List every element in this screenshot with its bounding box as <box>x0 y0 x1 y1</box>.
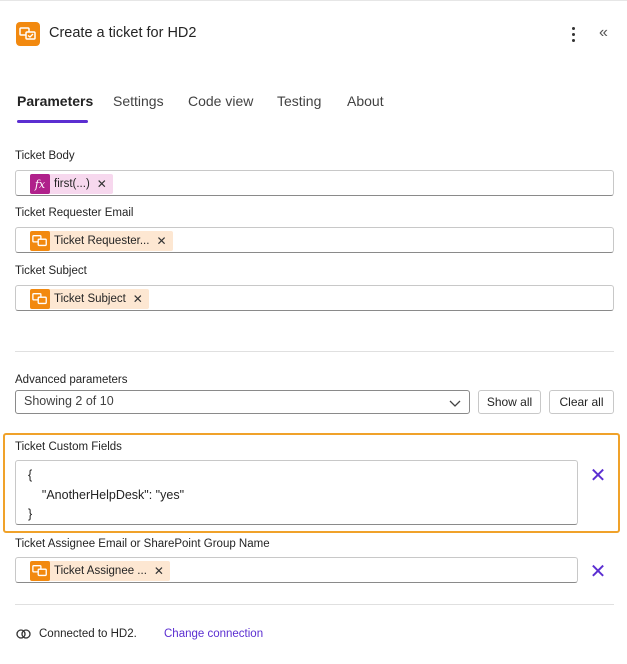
token-label: Ticket Requester... <box>54 235 150 247</box>
json-line: } <box>28 507 33 521</box>
link-icon <box>16 627 32 641</box>
clear-all-button[interactable]: Clear all <box>549 390 614 414</box>
remove-token-icon[interactable]: ✕ <box>154 564 164 578</box>
remove-token-icon[interactable]: ✕ <box>133 292 143 306</box>
expression-token[interactable]: fx first(...) ✕ <box>30 174 113 194</box>
custom-fields-label: Ticket Custom Fields <box>15 441 122 453</box>
assignee-label: Ticket Assignee Email or SharePoint Grou… <box>15 538 270 550</box>
dynamic-content-token[interactable]: Ticket Assignee ... ✕ <box>30 561 170 581</box>
remove-parameter-icon[interactable]: ✕ <box>587 465 609 487</box>
token-label: Ticket Subject <box>54 293 126 305</box>
section-divider <box>15 604 614 605</box>
tab-parameters[interactable]: Parameters <box>17 93 93 109</box>
requester-email-field[interactable]: Ticket Requester... ✕ <box>15 227 614 253</box>
double-chevron-left-icon[interactable]: « <box>599 24 619 44</box>
dropdown-value: Showing 2 of 10 <box>24 394 114 408</box>
tab-code-view[interactable]: Code view <box>188 93 253 109</box>
remove-token-icon[interactable]: ✕ <box>97 177 107 191</box>
subject-field[interactable]: Ticket Subject ✕ <box>15 285 614 311</box>
helpdesk-app-icon <box>30 231 50 251</box>
dynamic-content-token[interactable]: Ticket Subject ✕ <box>30 289 149 309</box>
custom-fields-editor[interactable]: { "AnotherHelpDesk": "yes" } <box>15 460 578 525</box>
section-divider <box>15 351 614 352</box>
helpdesk-app-icon <box>30 289 50 309</box>
json-line: "AnotherHelpDesk": "yes" <box>28 488 185 502</box>
chevron-down-icon <box>449 393 461 412</box>
assignee-field[interactable]: Ticket Assignee ... ✕ <box>15 557 578 583</box>
requester-email-label: Ticket Requester Email <box>15 207 134 219</box>
ticket-body-field[interactable]: fx first(...) ✕ <box>15 170 614 196</box>
function-icon: fx <box>30 174 50 194</box>
dynamic-content-token[interactable]: Ticket Requester... ✕ <box>30 231 173 251</box>
helpdesk-app-icon <box>30 561 50 581</box>
more-vertical-icon[interactable] <box>564 24 584 44</box>
connection-status: Connected to HD2. <box>39 628 137 640</box>
helpdesk-app-icon <box>16 22 40 46</box>
show-all-button[interactable]: Show all <box>478 390 541 414</box>
json-line: { <box>28 468 33 482</box>
tab-settings[interactable]: Settings <box>113 93 164 109</box>
subject-label: Ticket Subject <box>15 265 87 277</box>
active-tab-indicator <box>17 120 88 123</box>
change-connection-link[interactable]: Change connection <box>164 628 263 640</box>
remove-token-icon[interactable]: ✕ <box>156 234 166 248</box>
advanced-parameters-dropdown[interactable]: Showing 2 of 10 <box>15 390 470 414</box>
remove-parameter-icon[interactable]: ✕ <box>587 561 609 583</box>
tab-about[interactable]: About <box>347 93 384 109</box>
ticket-body-label: Ticket Body <box>15 150 75 162</box>
tab-bar: Parameters Settings Code view Testing Ab… <box>17 93 617 123</box>
panel-header: Create a ticket for HD2 « <box>16 22 616 46</box>
token-label: first(...) <box>54 178 90 190</box>
tab-testing[interactable]: Testing <box>277 93 321 109</box>
advanced-parameters-label: Advanced parameters <box>15 374 128 386</box>
panel-title: Create a ticket for HD2 <box>49 25 197 41</box>
top-border <box>0 0 627 1</box>
token-label: Ticket Assignee ... <box>54 565 147 577</box>
